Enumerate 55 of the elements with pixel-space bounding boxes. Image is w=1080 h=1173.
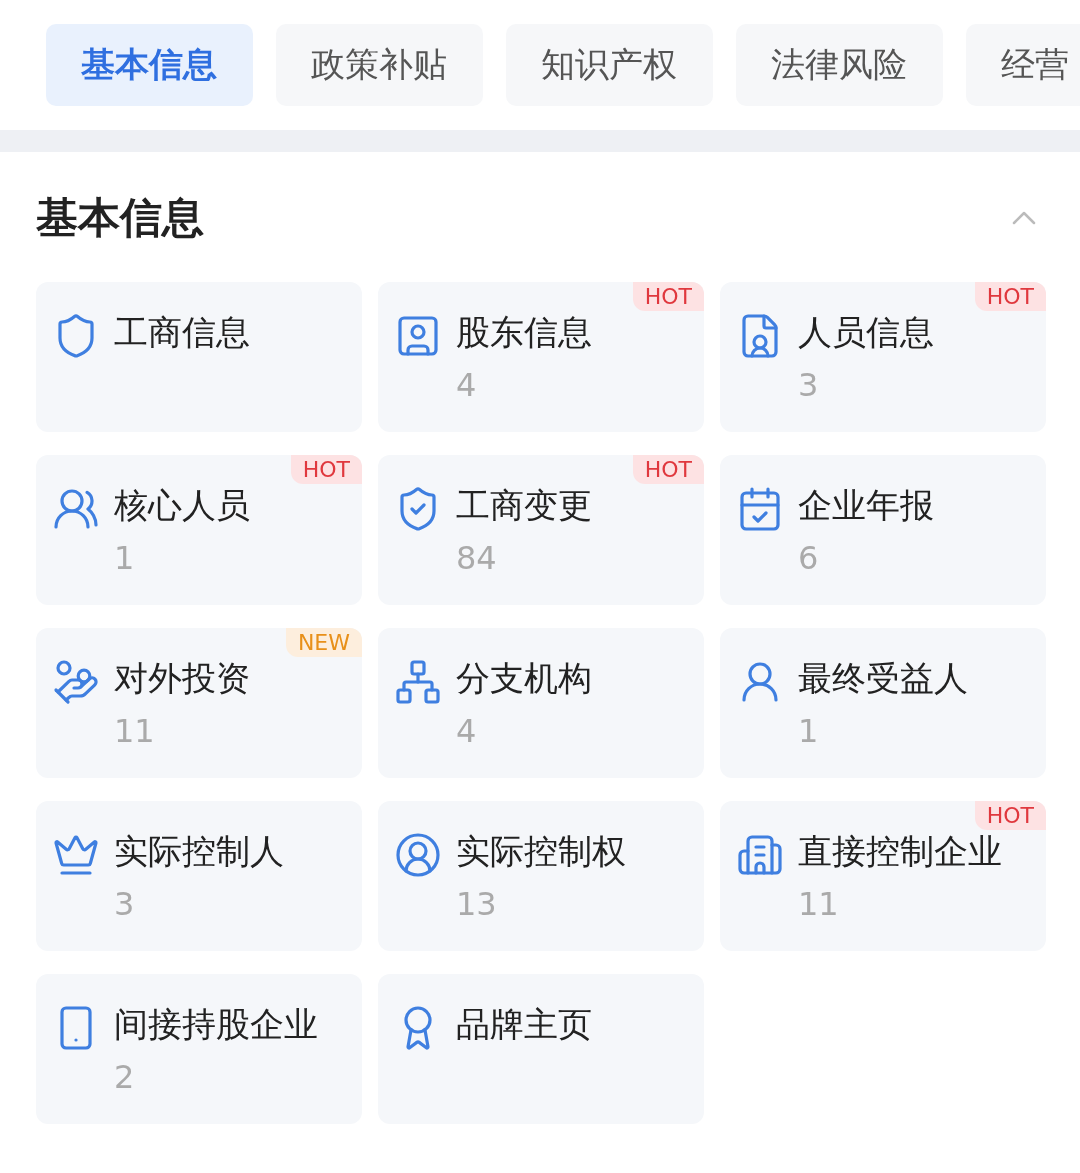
card-title: 核心人员 (114, 484, 250, 527)
info-card[interactable]: 分支机构 4 (378, 628, 704, 778)
tab[interactable]: 基本信息 (46, 24, 253, 106)
info-card[interactable]: 企业年报 6 (720, 455, 1046, 605)
tag: HOT (974, 801, 1046, 830)
card-title: 工商信息 (114, 311, 250, 354)
info-card[interactable]: 工商信息 (36, 282, 362, 432)
info-card[interactable]: 工商变更 84 HOT (378, 455, 704, 605)
card-count: 3 (114, 885, 136, 923)
tag: HOT (632, 455, 704, 484)
card-count: 6 (798, 539, 820, 577)
hand-coins-icon (52, 658, 100, 706)
tag: HOT (632, 282, 704, 311)
card-title: 股东信息 (456, 311, 592, 354)
card-count: 1 (114, 539, 136, 577)
user-circle-icon (394, 831, 442, 879)
card-count: 11 (798, 885, 840, 923)
tab[interactable]: 政策补贴 (276, 24, 483, 106)
info-card[interactable]: 对外投资 11 NEW (36, 628, 362, 778)
info-card[interactable]: 最终受益人 1 (720, 628, 1046, 778)
info-card[interactable]: 股东信息 4 HOT (378, 282, 704, 432)
card-title: 直接控制企业 (798, 830, 1002, 873)
tab[interactable]: 法律风险 (736, 24, 943, 106)
card-title: 企业年报 (798, 484, 934, 527)
tag: HOT (290, 455, 362, 484)
card-title: 工商变更 (456, 484, 592, 527)
card-count: 2 (114, 1058, 136, 1096)
tab[interactable]: 经营 (966, 24, 1080, 106)
card-title: 人员信息 (798, 311, 934, 354)
card-title: 实际控制权 (456, 830, 626, 873)
card-count: 3 (798, 366, 820, 404)
card-title: 间接持股企业 (114, 1003, 318, 1046)
info-card[interactable]: 人员信息 3 HOT (720, 282, 1046, 432)
card-count: 84 (456, 539, 498, 577)
tag: NEW (285, 628, 362, 657)
tab[interactable]: 知识产权 (506, 24, 713, 106)
section-title: 基本信息 (36, 192, 204, 244)
info-card[interactable]: 核心人员 1 HOT (36, 455, 362, 605)
network-icon (394, 658, 442, 706)
card-count: 11 (114, 712, 156, 750)
card-count: 1 (798, 712, 820, 750)
info-card[interactable]: 实际控制权 13 (378, 801, 704, 951)
info-card[interactable]: 间接持股企业 2 (36, 974, 362, 1124)
card-count: 4 (456, 712, 478, 750)
tag: HOT (974, 282, 1046, 311)
card-title: 分支机构 (456, 657, 592, 700)
card-title: 实际控制人 (114, 830, 284, 873)
card-title: 最终受益人 (798, 657, 968, 700)
card-count: 13 (456, 885, 498, 923)
info-card[interactable]: 实际控制人 3 (36, 801, 362, 951)
card-title: 品牌主页 (456, 1003, 592, 1046)
info-card[interactable]: 品牌主页 (378, 974, 704, 1124)
card-count: 4 (456, 366, 478, 404)
card-title: 对外投资 (114, 657, 250, 700)
info-card[interactable]: 直接控制企业 11 HOT (720, 801, 1046, 951)
